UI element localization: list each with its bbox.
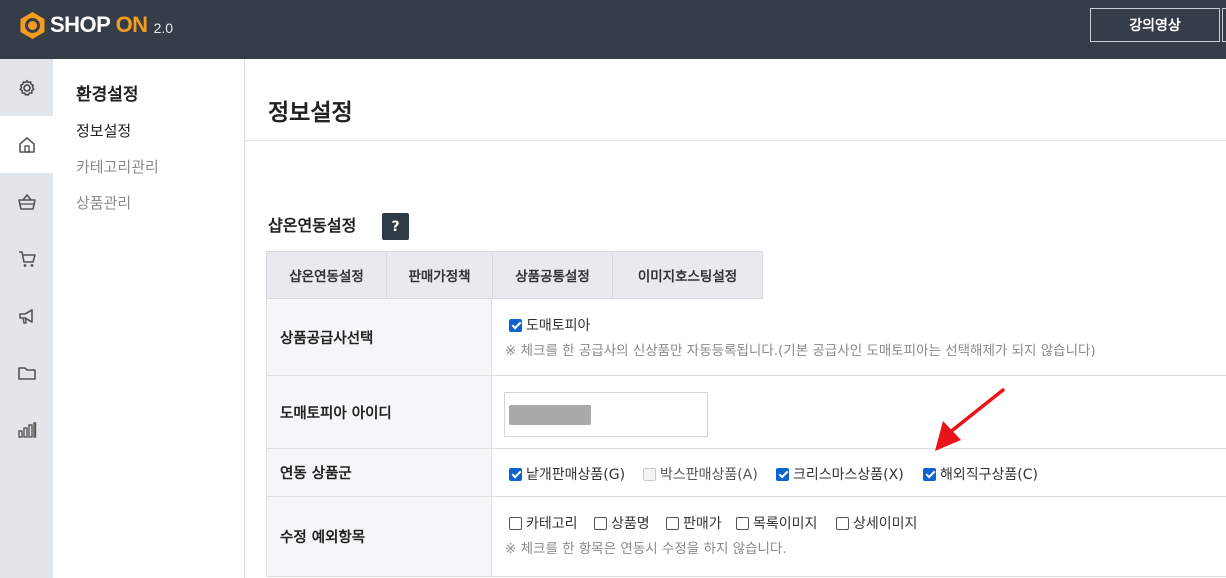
checkbox-box[interactable] (509, 516, 522, 530)
checkbox-christmas-items[interactable]: 크리스마스상품(X) (776, 464, 904, 484)
checkbox-box-items[interactable]: 박스판매상품(A) (643, 464, 758, 484)
page-title: 정보설정 (268, 100, 353, 126)
submenu-item-category[interactable]: 카테고리관리 (76, 156, 159, 177)
settings-tabs: 샵온연동설정 판매가정책 상품공통설정 이미지호스팅설정 (266, 251, 763, 299)
checkbox-box[interactable] (643, 467, 656, 481)
main-content: 정보설정 샵온연동설정 ? 샵온연동설정 판매가정책 상품공통설정 이미지호스팅… (245, 59, 1226, 578)
header-extra-button[interactable] (1222, 8, 1226, 42)
checkbox-overseas-items[interactable]: 해외직구상품(C) (923, 464, 1038, 484)
supplier-note: ※ 체크를 한 공급사의 신상품만 자동등록됩니다.(기본 공급사인 도매토피아… (505, 343, 1096, 359)
row-supplier: 상품공급사선택 도매토피아 ※ 체크를 한 공급사의 신상품만 자동등록됩니다.… (266, 299, 1226, 376)
tab-product-common[interactable]: 상품공통설정 (493, 251, 613, 299)
checkbox-box[interactable] (776, 467, 789, 481)
row-label-exceptions: 수정 예외항목 (266, 497, 492, 576)
tab-shopon-link[interactable]: 샵온연동설정 (266, 251, 387, 299)
megaphone-icon (18, 308, 33, 324)
checkbox-box[interactable] (509, 467, 522, 481)
checkbox-box[interactable] (666, 516, 679, 530)
logo-text: SHOP ON (50, 12, 148, 37)
tab-price-policy[interactable]: 판매가정책 (387, 251, 493, 299)
checkbox-detail-image[interactable]: 상세이미지 (836, 513, 917, 533)
annotation-arrow-icon (935, 388, 1005, 451)
checkbox-single-items[interactable]: 낱개판매상품(G) (509, 464, 625, 484)
rail-cart[interactable] (0, 230, 53, 287)
shop-on-logo[interactable]: SHOP ON 2.0 (19, 10, 173, 40)
rail-basket[interactable] (0, 173, 53, 230)
rail-statistics[interactable] (0, 401, 53, 458)
rail-marketing[interactable] (0, 287, 53, 344)
checkbox-price[interactable]: 판매가 (666, 513, 722, 533)
icon-rail (0, 59, 53, 578)
title-divider (245, 140, 1226, 141)
rail-folder[interactable] (0, 344, 53, 401)
top-bar: SHOP ON 2.0 강의영상 (0, 0, 1226, 59)
logo-hexagon-icon (19, 11, 46, 40)
rail-settings[interactable] (0, 59, 53, 116)
row-label-supplier: 상품공급사선택 (266, 299, 492, 375)
rail-home[interactable] (0, 116, 53, 173)
checkbox-box[interactable] (836, 516, 849, 530)
submenu-item-info-settings[interactable]: 정보설정 (76, 120, 131, 141)
row-label-product-group: 연동 상품군 (266, 449, 492, 496)
redacted-value (509, 405, 591, 425)
checkbox-box[interactable] (594, 516, 607, 530)
submenu-item-products[interactable]: 상품관리 (76, 192, 131, 213)
checkbox-category[interactable]: 카테고리 (509, 513, 578, 533)
lecture-video-button[interactable]: 강의영상 (1090, 8, 1220, 42)
checkbox-list-image[interactable]: 목록이미지 (736, 513, 817, 533)
domaetopia-id-input[interactable] (504, 392, 708, 437)
basket-icon (17, 193, 36, 210)
checkbox-box[interactable] (736, 516, 749, 530)
logo-version: 2.0 (153, 20, 174, 36)
submenu-title: 환경설정 (76, 85, 139, 105)
help-button[interactable]: ? (382, 213, 409, 240)
checkbox-box[interactable] (509, 318, 522, 332)
checkbox-product-name[interactable]: 상품명 (594, 513, 650, 533)
section-title: 샵온연동설정 (268, 216, 357, 235)
row-product-group: 연동 상품군 낱개판매상품(G) 박스판매상품(A) 크리스마스상품(X) 해외… (266, 449, 1226, 497)
checkbox-box[interactable] (923, 467, 936, 481)
folder-icon (17, 366, 36, 380)
exceptions-note: ※ 체크를 한 항목은 연동시 수정을 하지 않습니다. (505, 541, 787, 557)
cart-icon (18, 250, 36, 267)
row-account: 도매토피아 아이디 (266, 376, 1226, 449)
gear-icon (18, 79, 35, 96)
row-exceptions: 수정 예외항목 카테고리 상품명 판매가 목록이미지 상세이미지 ※ 체크를 한… (266, 497, 1226, 577)
row-label-account: 도매토피아 아이디 (266, 376, 492, 448)
tab-image-hosting[interactable]: 이미지호스팅설정 (613, 251, 763, 299)
checkbox-domaetopia[interactable]: 도매토피아 (509, 315, 590, 335)
bar-chart-icon (17, 421, 36, 438)
settings-submenu: 환경설정 정보설정 카테고리관리 상품관리 (53, 59, 245, 578)
home-icon (18, 136, 35, 153)
